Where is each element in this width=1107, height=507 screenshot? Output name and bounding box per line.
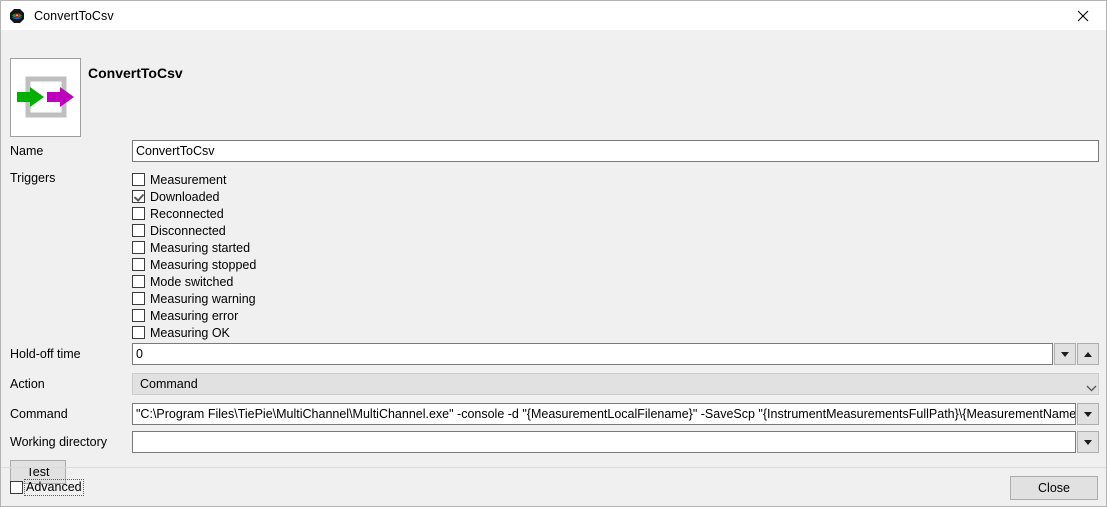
checkbox-label: Advanced xyxy=(24,479,84,496)
checkbox-box[interactable] xyxy=(132,258,145,271)
triangle-down-icon xyxy=(1084,439,1092,445)
checkbox-label: Measuring started xyxy=(150,240,251,255)
checkbox-box[interactable] xyxy=(132,173,145,186)
trigger-checkbox-measurement[interactable]: Measurement xyxy=(132,171,226,188)
footer-divider xyxy=(1,467,1106,468)
checkbox-label: Downloaded xyxy=(150,189,220,204)
dialog-body: ConvertToCsv Name ConvertToCsv Triggers … xyxy=(1,30,1106,506)
trigger-checkbox-measuring-started[interactable]: Measuring started xyxy=(132,239,250,256)
working-directory-dropdown-button[interactable] xyxy=(1077,431,1099,453)
command-dropdown-button[interactable] xyxy=(1077,403,1099,425)
working-directory-input[interactable] xyxy=(132,431,1076,453)
trigger-checkbox-measuring-warning[interactable]: Measuring warning xyxy=(132,290,256,307)
trigger-checkbox-measuring-error[interactable]: Measuring error xyxy=(132,307,238,324)
checkbox-label: Measuring error xyxy=(150,308,239,323)
checkbox-box[interactable] xyxy=(132,224,145,237)
command-label: Command xyxy=(10,407,68,421)
holdoff-time-input[interactable]: 0 xyxy=(132,343,1053,365)
trigger-checkbox-downloaded[interactable]: Downloaded xyxy=(132,188,220,205)
app-logo-icon xyxy=(9,8,25,24)
holdoff-time-label: Hold-off time xyxy=(10,347,81,361)
trigger-checkbox-measuring-ok[interactable]: Measuring OK xyxy=(132,324,230,341)
close-icon[interactable] xyxy=(1060,1,1106,30)
checkbox-box[interactable] xyxy=(132,292,145,305)
checkbox-label: Measuring stopped xyxy=(150,257,257,272)
name-input[interactable]: ConvertToCsv xyxy=(132,140,1099,162)
checkbox-label: Mode switched xyxy=(150,274,234,289)
convert-arrows-icon xyxy=(10,58,81,137)
name-label: Name xyxy=(10,144,44,158)
window-title: ConvertToCsv xyxy=(34,8,114,23)
triangle-down-icon xyxy=(1061,351,1069,357)
action-label: Action xyxy=(10,377,45,391)
holdoff-spin-down-button[interactable] xyxy=(1054,343,1076,365)
triggers-label: Triggers xyxy=(10,171,56,185)
trigger-checkbox-disconnected[interactable]: Disconnected xyxy=(132,222,226,239)
checkbox-label: Reconnected xyxy=(150,206,224,221)
page-title: ConvertToCsv xyxy=(88,65,183,81)
close-button[interactable]: Close xyxy=(1010,476,1098,500)
trigger-checkbox-reconnected[interactable]: Reconnected xyxy=(132,205,224,222)
trigger-checkbox-measuring-stopped[interactable]: Measuring stopped xyxy=(132,256,256,273)
checkbox-box[interactable] xyxy=(132,309,145,322)
convert-to-csv-dialog: ConvertToCsv ConvertToCsv Name ConvertTo… xyxy=(0,0,1107,507)
checkbox-label: Disconnected xyxy=(150,223,226,238)
checkbox-box[interactable] xyxy=(10,481,23,494)
checkbox-box[interactable] xyxy=(132,326,145,339)
checkbox-box-checked[interactable] xyxy=(132,190,145,203)
checkbox-box[interactable] xyxy=(132,207,145,220)
holdoff-spin-up-button[interactable] xyxy=(1077,343,1099,365)
checkbox-box[interactable] xyxy=(132,241,145,254)
trigger-checkbox-mode-switched[interactable]: Mode switched xyxy=(132,273,233,290)
checkbox-label: Measuring OK xyxy=(150,325,230,340)
triangle-down-icon xyxy=(1084,411,1092,417)
title-bar: ConvertToCsv xyxy=(1,1,1106,30)
checkbox-label: Measuring warning xyxy=(150,291,256,306)
checkbox-box[interactable] xyxy=(132,275,145,288)
working-directory-label: Working directory xyxy=(10,435,108,449)
checkbox-label: Measurement xyxy=(150,172,227,187)
chevron-down-icon xyxy=(1086,381,1097,395)
advanced-checkbox[interactable]: Advanced xyxy=(10,479,84,496)
command-input[interactable]: "C:\Program Files\TiePie\MultiChannel\Mu… xyxy=(132,403,1076,425)
triangle-up-icon xyxy=(1084,351,1092,357)
action-select[interactable]: Command xyxy=(132,373,1099,395)
